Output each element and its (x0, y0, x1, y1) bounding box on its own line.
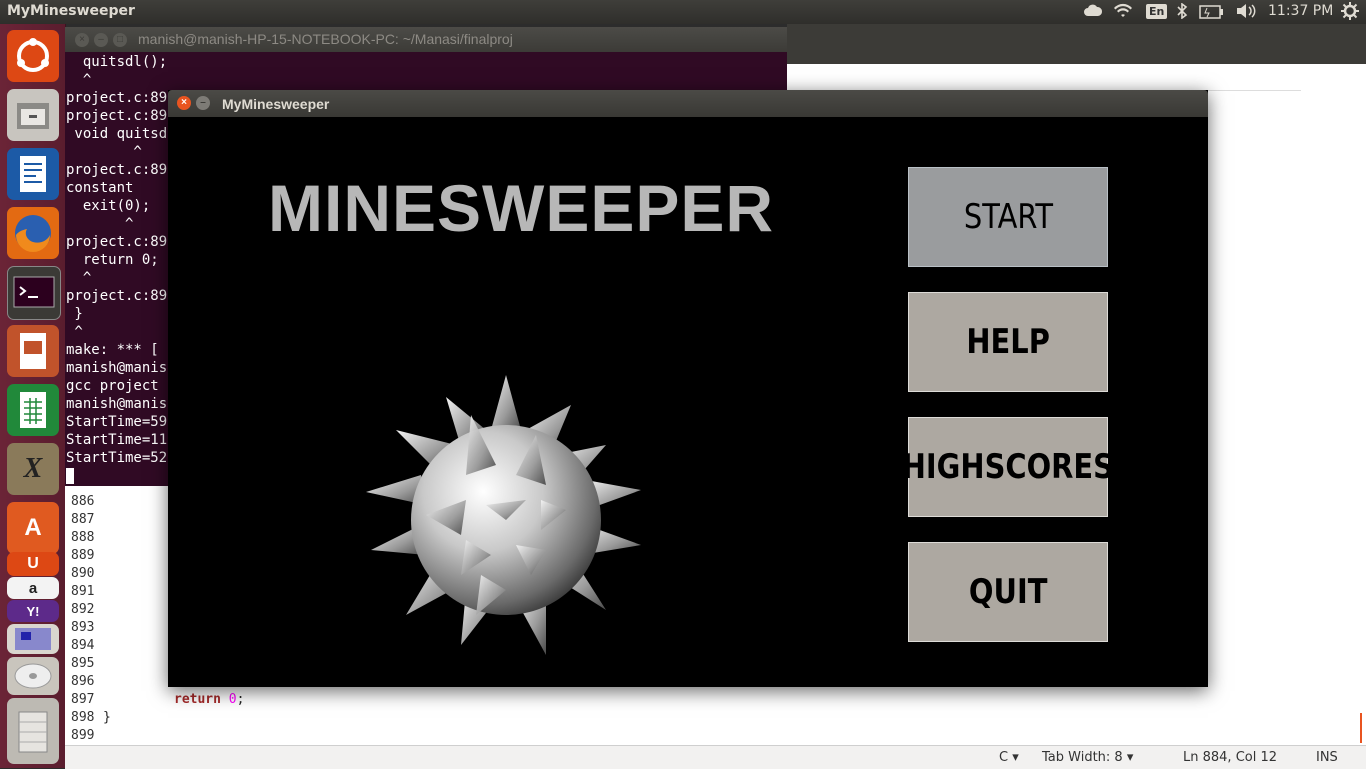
tab-width-selector[interactable]: Tab Width: 8 ▾ (1042, 750, 1133, 765)
terminal-line: project.c:89 (66, 288, 168, 304)
maximize-icon[interactable]: □ (113, 33, 127, 47)
quit-button-label: QUIT (968, 572, 1048, 612)
volume-icon[interactable] (1235, 3, 1257, 23)
terminal-line: gcc project (66, 378, 159, 394)
language-selector[interactable]: C ▾ (999, 750, 1019, 765)
code-semicolon: ; (236, 692, 245, 707)
xfig-icon[interactable]: X (7, 443, 59, 495)
active-app-title: MyMinesweeper (7, 3, 135, 19)
line-number: 898 (71, 710, 95, 725)
line-number: 897 (71, 692, 95, 707)
gear-icon[interactable] (1340, 1, 1360, 25)
workspaces-icon[interactable] (7, 624, 59, 654)
yahoo-mail-icon[interactable]: Y! (7, 600, 59, 622)
firefox-icon[interactable] (7, 207, 59, 259)
terminal-line: make: *** [ (66, 342, 159, 358)
software-center-icon[interactable]: A (7, 502, 59, 554)
mine-icon (366, 375, 646, 665)
cloud-icon[interactable] (1083, 2, 1103, 24)
terminal-line: StartTime=52 (66, 450, 168, 466)
code-line-return: return 0; (174, 692, 244, 707)
close-icon[interactable]: × (177, 96, 191, 110)
line-number: 894 (71, 638, 95, 653)
terminal-line: ^ (66, 72, 92, 88)
game-window-title: MyMinesweeper (222, 96, 330, 112)
cursor-position: Ln 884, Col 12 (1183, 750, 1278, 765)
terminal-line: ^ (66, 270, 92, 286)
start-button[interactable]: START (908, 167, 1108, 267)
ubuntu-one-icon[interactable]: U (7, 552, 59, 576)
clock[interactable]: 11:37 PM (1268, 3, 1333, 19)
wifi-icon[interactable] (1113, 3, 1133, 23)
terminal-line: quitsdl(); (66, 54, 168, 70)
terminal-line: } (66, 306, 83, 322)
line-number: 887 (71, 512, 95, 527)
minimize-icon[interactable]: – (94, 33, 108, 47)
start-button-label: START (963, 197, 1053, 237)
terminal-titlebar: × – □ manish@manish-HP-15-NOTEBOOK-PC: ~… (65, 27, 787, 52)
line-number: 888 (71, 530, 95, 545)
terminal-line: manish@manis (66, 396, 168, 412)
game-titlebar: × – MyMinesweeper (168, 90, 1208, 117)
editor-statusbar: C ▾ Tab Width: 8 ▾ Ln 884, Col 12 INS (65, 745, 1366, 769)
close-icon[interactable]: × (75, 33, 89, 47)
highscores-button-label: HIGHSCORES (901, 447, 1115, 487)
files-icon[interactable] (7, 89, 59, 141)
line-number: 893 (71, 620, 95, 635)
scroll-position-marker (1360, 713, 1362, 743)
line-number: 896 (71, 674, 95, 689)
help-button-label: HELP (966, 322, 1050, 362)
writer-icon[interactable] (7, 148, 59, 200)
battery-icon[interactable] (1199, 5, 1225, 23)
line-number: 892 (71, 602, 95, 617)
amazon-icon[interactable]: a (7, 577, 59, 599)
terminal-line: project.c:89 (66, 108, 168, 124)
terminal-line: constant (66, 180, 134, 196)
line-number: 890 (71, 566, 95, 581)
code-number: 0 (228, 692, 237, 707)
terminal-icon[interactable] (7, 266, 61, 320)
terminal-line: project.c:89 (66, 162, 168, 178)
terminal-title: manish@manish-HP-15-NOTEBOOK-PC: ~/Manas… (138, 31, 513, 47)
line-number: 886 (71, 494, 95, 509)
keyboard-layout-indicator[interactable]: En (1146, 4, 1168, 19)
minesweeper-window[interactable]: × – MyMinesweeper MINESWEEPER START HELP… (168, 90, 1208, 687)
line-number: 891 (71, 584, 95, 599)
editor-toolbar-area (787, 24, 1366, 64)
quit-button[interactable]: QUIT (908, 542, 1108, 642)
terminal-line: ^ (66, 216, 134, 232)
line-number: 895 (71, 656, 95, 671)
terminal-line: StartTime=11 (66, 432, 168, 448)
ubuntu-dash-icon[interactable] (7, 30, 59, 82)
terminal-line: manish@manis (66, 360, 168, 376)
insert-mode: INS (1316, 750, 1338, 765)
help-button[interactable]: HELP (908, 292, 1108, 392)
terminal-line: void quitsd (66, 126, 168, 142)
terminal-line: return 0; (66, 252, 159, 268)
terminal-line: project.c:89 (66, 90, 168, 106)
terminal-line: ^ (66, 144, 142, 160)
bluetooth-icon[interactable] (1176, 2, 1188, 23)
trash-icon[interactable] (7, 698, 59, 764)
launcher: X A U a Y! (0, 24, 66, 768)
terminal-cursor (66, 468, 74, 484)
game-heading: MINESWEEPER (268, 171, 775, 245)
code-closing-brace: } (103, 710, 111, 725)
top-panel: MyMinesweeper En 11:37 PM (0, 0, 1366, 24)
highscores-button[interactable]: HIGHSCORES (902, 417, 1114, 517)
impress-icon[interactable] (7, 325, 59, 377)
terminal-line: exit(0); (66, 198, 151, 214)
terminal-line: ^ (66, 324, 83, 340)
terminal-line: StartTime=59 (66, 414, 168, 430)
terminal-line: project.c:89 (66, 234, 168, 250)
code-keyword: return (174, 692, 221, 707)
calc-icon[interactable] (7, 384, 59, 436)
dvd-icon[interactable] (7, 657, 59, 695)
minimize-icon[interactable]: – (196, 96, 210, 110)
line-number: 889 (71, 548, 95, 563)
line-number: 899 (71, 728, 95, 743)
